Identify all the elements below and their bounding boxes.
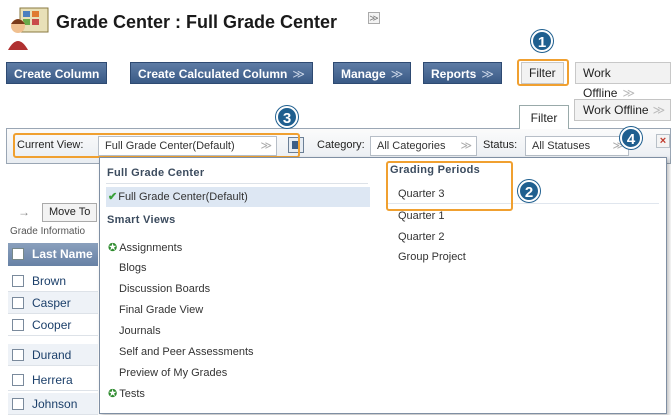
smart-view-label: Self and Peer Assessments (119, 346, 254, 358)
grade-center-icon (8, 7, 49, 50)
student-name[interactable]: Herrera (32, 369, 73, 391)
chevron-down-icon: ≫ (652, 103, 666, 117)
close-filter-icon[interactable]: × (656, 134, 670, 148)
callout-2: 2 (518, 180, 540, 202)
chevron-down-icon: ≫ (481, 67, 494, 81)
smart-view-label: Blogs (119, 262, 147, 274)
full-grade-center-heading: Full Grade Center (107, 167, 205, 179)
student-name[interactable]: Cooper (32, 314, 71, 336)
row-checkbox[interactable] (12, 398, 24, 410)
student-name[interactable]: Brown (32, 270, 66, 292)
grading-period-label: Group Project (398, 251, 466, 263)
smart-view-assignments[interactable]: ✪ Assignments (108, 238, 182, 258)
star-icon: ✪ (108, 388, 118, 400)
filter-tab-label: Filter (530, 111, 558, 125)
reports-button[interactable]: Reports ≫ (423, 62, 502, 84)
select-all-checkbox[interactable] (12, 248, 24, 260)
last-name-header[interactable]: Last Name (32, 243, 93, 266)
manage-label: Manage (341, 67, 386, 81)
chevron-down-icon: ≫ (390, 67, 404, 81)
smart-view-blogs[interactable]: Blogs (119, 258, 147, 278)
table-row: Herrera (8, 369, 98, 391)
grading-period-group-project[interactable]: Group Project (398, 247, 466, 267)
smart-view-label: Tests (119, 388, 145, 400)
create-calculated-column-button[interactable]: Create Calculated Column ≫ (130, 62, 313, 84)
callout-4: 4 (620, 127, 642, 149)
page-title: Grade Center : Full Grade Center (56, 12, 338, 32)
table-row: Cooper (8, 314, 98, 336)
move-to-label: Move To (49, 206, 91, 218)
create-calculated-column-label: Create Calculated Column (138, 67, 288, 81)
smart-view-label: Preview of My Grades (119, 367, 228, 379)
table-row: Durand (8, 344, 98, 366)
move-to-button[interactable]: Move To (42, 203, 98, 222)
chevron-down-icon: ≫ (622, 86, 636, 100)
current-view-highlight (13, 133, 300, 158)
table-header: Last Name (8, 243, 98, 266)
grading-period-label: Quarter 1 (398, 210, 445, 222)
category-select[interactable]: All Categories ≫ (370, 136, 477, 156)
smart-view-label: Final Grade View (119, 304, 204, 316)
status-label: Status: (483, 139, 518, 151)
status-value: All Statuses (532, 140, 591, 152)
header-area: Grade Center : Full Grade Center ≫ Creat… (0, 0, 671, 100)
work-offline-button[interactable]: Work Offline ≫ (575, 62, 671, 100)
filter-highlight (517, 59, 569, 86)
work-offline-tab[interactable]: Work Offline ≫ (574, 99, 671, 121)
check-icon: ✔ (108, 191, 118, 203)
grading-period-label: Quarter 2 (398, 231, 445, 243)
table-row: Johnson (8, 393, 98, 415)
smart-view-self-peer[interactable]: Self and Peer Assessments (119, 342, 254, 362)
row-checkbox[interactable] (12, 349, 24, 361)
smart-view-label: Discussion Boards (119, 283, 211, 295)
row-checkbox[interactable] (12, 319, 24, 331)
smart-view-label: Assignments (119, 242, 183, 254)
work-offline-tab-label: Work Offline (583, 103, 649, 117)
table-row: Casper (8, 292, 98, 314)
smart-view-tests[interactable]: ✪ Tests (108, 384, 145, 404)
row-checkbox[interactable] (12, 374, 24, 386)
row-checkbox[interactable] (12, 275, 24, 287)
view-option-label: Full Grade Center(Default) (118, 191, 248, 203)
chevron-down-icon: ≫ (292, 67, 305, 81)
smart-views-heading: Smart Views (107, 214, 176, 226)
callout-3: 3 (276, 106, 298, 128)
create-column-button[interactable]: Create Column (6, 62, 108, 84)
view-option-full-grade-center[interactable]: ✔Full Grade Center(Default) (106, 187, 370, 207)
smart-view-preview-grades[interactable]: Preview of My Grades (119, 363, 227, 383)
chevron-down-icon: ≫ (460, 140, 472, 152)
grading-period-quarter-2[interactable]: Quarter 2 (398, 227, 444, 247)
callout-1: 1 (531, 30, 553, 52)
smart-view-journals[interactable]: Journals (119, 321, 161, 341)
student-name[interactable]: Johnson (32, 393, 77, 415)
star-icon: ✪ (108, 242, 118, 254)
filter-tab[interactable]: Filter (519, 105, 569, 129)
manage-button[interactable]: Manage ≫ (333, 62, 412, 84)
create-column-label: Create Column (14, 67, 100, 81)
move-arrow-icon: → (18, 205, 30, 219)
category-label: Category: (317, 139, 365, 151)
reports-label: Reports (431, 67, 477, 81)
student-name[interactable]: Durand (32, 344, 71, 366)
title-menu-chevron-icon[interactable]: ≫ (368, 12, 380, 24)
smart-view-label: Journals (119, 325, 161, 337)
category-value: All Categories (377, 140, 446, 152)
student-name[interactable]: Casper (32, 292, 71, 314)
action-toolbar: Create Column Create Calculated Column ≫ … (0, 60, 671, 100)
smart-view-discussion-boards[interactable]: Discussion Boards (119, 279, 210, 299)
divider (106, 183, 368, 184)
row-checkbox[interactable] (12, 297, 24, 309)
grade-information-label: Grade Informatio (10, 226, 86, 237)
work-offline-label: Work Offline (583, 66, 618, 100)
view-dropdown: Full Grade Center ✔Full Grade Center(Def… (99, 157, 667, 414)
table-row: Brown (8, 270, 98, 292)
smart-view-final-grade-view[interactable]: Final Grade View (119, 300, 203, 320)
status-select[interactable]: All Statuses ≫ (525, 136, 629, 156)
grading-periods-highlight (386, 161, 513, 211)
